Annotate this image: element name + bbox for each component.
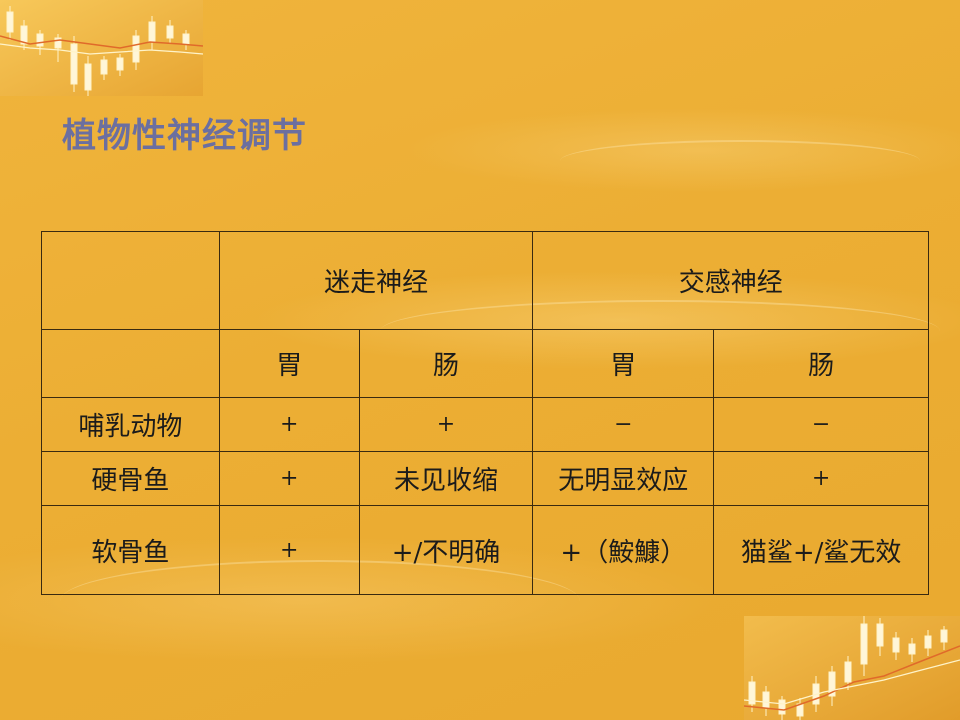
cell-value: +（鮟鱇）: [532, 505, 715, 595]
cell-value: +: [218, 397, 360, 452]
cell-value: +: [218, 451, 360, 506]
cell-value: +: [358, 397, 534, 452]
subheader-sympathetic-stomach: 胃: [532, 329, 715, 398]
subheader-vagus-intestine: 肠: [358, 329, 534, 398]
header-blank-cell: [41, 231, 220, 330]
cell-value: +: [713, 451, 929, 506]
nerve-regulation-table: 迷走神经 交感神经 胃 肠 胃 肠 哺乳动物 + + − − 硬骨鱼 + 未见收…: [41, 231, 929, 595]
cell-value: +/不明确: [358, 505, 534, 595]
background-streak: [560, 140, 920, 182]
slide-title: 植物性神经调节: [62, 116, 307, 156]
table-row: 硬骨鱼 + 未见收缩 无明显效应 +: [41, 451, 929, 506]
table-subheader-row: 胃 肠 胃 肠: [41, 329, 929, 398]
subheader-sympathetic-intestine: 肠: [713, 329, 929, 398]
header-vagus-nerve: 迷走神经: [218, 231, 534, 330]
row-label-cartilaginous-fish: 软骨鱼: [41, 505, 220, 595]
cell-value: −: [713, 397, 929, 452]
cell-value: −: [532, 397, 715, 452]
table-row: 哺乳动物 + + − −: [41, 397, 929, 452]
cell-value: 未见收缩: [358, 451, 534, 506]
candlestick-chart-decoration-top-left: [0, 0, 203, 96]
cell-value: 无明显效应: [532, 451, 715, 506]
table-row: 软骨鱼 + +/不明确 +（鮟鱇） 猫鲨+/鲨无效: [41, 505, 929, 595]
row-label-mammal: 哺乳动物: [41, 397, 220, 452]
header-sympathetic-nerve: 交感神经: [532, 231, 929, 330]
subheader-blank-cell: [41, 329, 220, 398]
candlestick-chart-decoration-bottom-right: [744, 616, 960, 720]
cell-value: 猫鲨+/鲨无效: [713, 505, 929, 595]
table-header-row: 迷走神经 交感神经: [41, 231, 929, 330]
subheader-vagus-stomach: 胃: [218, 329, 360, 398]
row-label-bony-fish: 硬骨鱼: [41, 451, 220, 506]
cell-value: +: [218, 505, 360, 595]
